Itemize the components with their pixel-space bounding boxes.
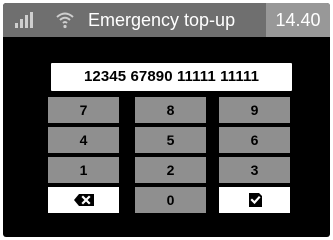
key-label: 5	[166, 132, 175, 148]
key-label: 8	[166, 102, 175, 118]
clock-time: 14.40	[275, 10, 321, 30]
time-box: 14.40	[266, 3, 330, 37]
key-3[interactable]: 3	[219, 157, 290, 183]
key-0[interactable]: 0	[135, 187, 206, 213]
confirm-button[interactable]	[219, 187, 290, 213]
screen-title: Emergency top-up	[88, 10, 236, 30]
device-screen: Emergency top-up 14.40 12345 67890 11111…	[3, 3, 330, 237]
key-label: 6	[250, 132, 259, 148]
key-label: 4	[79, 132, 88, 148]
signal-icon	[15, 12, 33, 28]
key-2[interactable]: 2	[135, 157, 206, 183]
key-4[interactable]: 4	[48, 127, 119, 153]
key-label: 2	[166, 162, 175, 178]
top-up-number: 12345 67890 11111 11111	[83, 68, 260, 85]
key-label: 1	[79, 162, 88, 178]
key-label: 9	[250, 102, 259, 118]
backspace-button[interactable]	[48, 187, 119, 213]
backspace-icon	[73, 194, 94, 206]
status-bar: Emergency top-up 14.40	[3, 3, 330, 37]
key-label: 0	[166, 192, 175, 208]
key-label: 7	[79, 102, 88, 118]
key-6[interactable]: 6	[219, 127, 290, 153]
key-8[interactable]: 8	[135, 97, 206, 123]
key-5[interactable]: 5	[135, 127, 206, 153]
key-label: 3	[250, 162, 259, 178]
wifi-icon	[56, 12, 74, 29]
top-up-number-display: 12345 67890 11111 11111	[51, 63, 292, 91]
key-9[interactable]: 9	[219, 97, 290, 123]
key-1[interactable]: 1	[48, 157, 119, 183]
screen: Emergency top-up 14.40 12345 67890 11111…	[0, 0, 333, 240]
key-7[interactable]: 7	[48, 97, 119, 123]
confirm-check-icon	[248, 193, 262, 207]
